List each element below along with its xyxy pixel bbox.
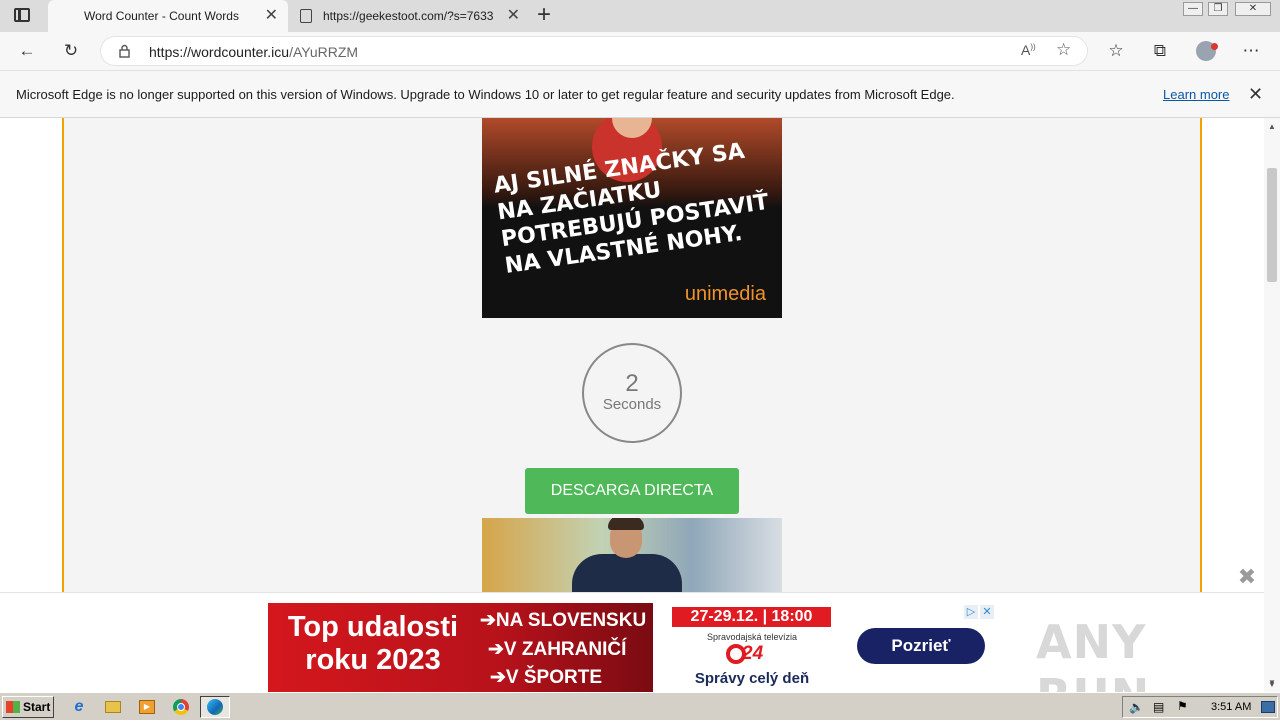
- ad-brand: unimedia: [684, 283, 766, 305]
- network-icon[interactable]: ▤: [1153, 700, 1164, 714]
- volume-icon[interactable]: 🔈: [1129, 700, 1144, 714]
- ad-banner-middle[interactable]: [482, 518, 782, 592]
- chrome-icon[interactable]: [171, 698, 191, 716]
- ad-close-icon[interactable]: ✕: [980, 605, 994, 619]
- scroll-up-arrow-icon[interactable]: ▲: [1268, 122, 1276, 131]
- countdown-value: 2: [625, 370, 639, 397]
- close-tab-icon[interactable]: ✕: [507, 8, 520, 24]
- ad-photo-person: [572, 554, 682, 592]
- ad-channel-label: Spravodajská televízia: [706, 632, 798, 642]
- minimize-button[interactable]: —: [1183, 2, 1203, 16]
- page-icon: [300, 9, 312, 23]
- windows-taskbar: Start e ▶ 🔈 ▤ ⚑ 3:51 AM: [0, 692, 1280, 720]
- show-desktop-icon[interactable]: [1261, 701, 1275, 713]
- adchoices-icon[interactable]: ▷: [964, 605, 978, 619]
- ta3-logo: 24: [726, 643, 780, 665]
- restore-button[interactable]: ❐: [1208, 2, 1228, 16]
- start-button[interactable]: Start: [2, 696, 54, 718]
- start-label: Start: [23, 700, 51, 714]
- ad-date: 27-29.12. | 18:00: [672, 607, 831, 627]
- countdown-unit: Seconds: [602, 396, 662, 413]
- close-infobar-icon[interactable]: ✕: [1248, 84, 1263, 105]
- close-window-button[interactable]: ✕: [1235, 2, 1271, 16]
- tab-title: https://geekestoot.com/?s=7633: [323, 9, 494, 23]
- logo-number: 24: [742, 643, 764, 664]
- scroll-down-arrow-icon[interactable]: ▼: [1268, 680, 1276, 689]
- ad-photo-hair: [608, 518, 644, 530]
- refresh-icon[interactable]: ↻: [58, 38, 84, 64]
- url-text[interactable]: https://wordcounter.icu/AYuRRZM: [149, 44, 358, 60]
- add-favorite-icon[interactable]: ☆: [1056, 40, 1071, 60]
- ad-item: ➔NA SLOVENSKU: [480, 610, 647, 631]
- edge-taskbar-button[interactable]: [200, 696, 230, 718]
- new-tab-button[interactable]: +: [533, 2, 555, 28]
- file-explorer-icon[interactable]: [103, 698, 123, 716]
- ad-item: ➔V ŠPORTE: [490, 667, 602, 688]
- vertical-scrollbar[interactable]: ▲ ▼: [1264, 118, 1280, 692]
- internet-explorer-icon[interactable]: e: [69, 698, 89, 716]
- tab-strip: Word Counter - Count Words ✕ https://gee…: [0, 0, 1280, 32]
- read-aloud-icon[interactable]: A)): [1021, 42, 1036, 58]
- profile-avatar[interactable]: [1193, 38, 1219, 64]
- tab-word-counter[interactable]: Word Counter - Count Words ✕: [48, 0, 288, 32]
- tab-geekestoot[interactable]: https://geekestoot.com/?s=7633 ✕: [290, 0, 530, 32]
- tab-actions-icon[interactable]: [14, 8, 30, 22]
- url-path: /AYuRRZM: [289, 44, 359, 60]
- ad-item: ➔V ZAHRANIČÍ: [488, 639, 627, 660]
- tab-title: Word Counter - Count Words: [84, 9, 239, 23]
- close-ad-icon[interactable]: ✖: [1230, 562, 1264, 592]
- browser-toolbar: ← ↻ https://wordcounter.icu/AYuRRZM A)) …: [0, 32, 1280, 70]
- infobar-message: Microsoft Edge is no longer supported on…: [16, 87, 955, 102]
- action-center-flag-icon[interactable]: ⚑: [1177, 699, 1188, 713]
- collections-icon[interactable]: ⧉: [1147, 38, 1173, 64]
- ad-banner-top[interactable]: AJ SILNÉ ZNAČKY SA NA ZAČIATKU POTREBUJÚ…: [482, 118, 782, 318]
- ad-red-panel[interactable]: Top udalosti roku 2023 ➔NA SLOVENSKU ➔V …: [268, 603, 653, 693]
- taskbar-clock[interactable]: 3:51 AM: [1211, 701, 1251, 713]
- page-viewport: AJ SILNÉ ZNAČKY SA NA ZAČIATKU POTREBUJÚ…: [0, 118, 1264, 592]
- edge-icon: [207, 699, 223, 715]
- download-button[interactable]: DESCARGA DIRECTA: [525, 468, 739, 514]
- close-tab-icon[interactable]: ✕: [265, 8, 278, 24]
- unsupported-os-infobar: Microsoft Edge is no longer supported on…: [0, 70, 1280, 118]
- more-options-icon[interactable]: ⋯: [1238, 38, 1264, 64]
- windows-logo-icon: [6, 701, 20, 713]
- ad-tagline: Správy celý deň: [694, 670, 810, 687]
- countdown-timer: 2 Seconds: [582, 343, 682, 443]
- bottom-sticky-ad[interactable]: Top udalosti roku 2023 ➔NA SLOVENSKU ➔V …: [0, 592, 1264, 723]
- address-bar[interactable]: https://wordcounter.icu/AYuRRZM A)) ☆: [100, 36, 1088, 66]
- lock-icon[interactable]: [119, 44, 130, 58]
- learn-more-link[interactable]: Learn more: [1163, 87, 1229, 102]
- media-player-icon[interactable]: ▶: [137, 698, 157, 716]
- scroll-thumb[interactable]: [1267, 168, 1277, 282]
- url-host: https://wordcounter.icu: [149, 44, 290, 60]
- back-icon[interactable]: ←: [14, 38, 40, 64]
- favorites-icon[interactable]: ☆: [1103, 38, 1129, 64]
- ad-headline: Top udalosti roku 2023: [287, 611, 459, 676]
- system-tray: 🔈 ▤ ⚑ 3:51 AM: [1122, 696, 1278, 718]
- ad-cta-button[interactable]: Pozrieť: [857, 628, 985, 664]
